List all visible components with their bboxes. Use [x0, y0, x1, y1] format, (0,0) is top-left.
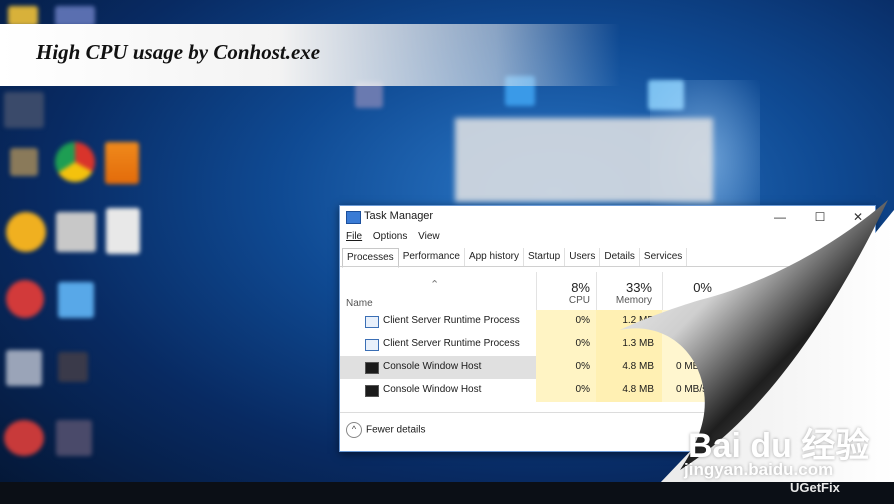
menu-bar: File Options View — [346, 231, 448, 242]
cpu-cell: 0% — [536, 379, 596, 402]
desktop-icon — [4, 92, 44, 128]
process-name: Console Window Host — [383, 384, 482, 395]
cpu-label: CPU — [568, 295, 590, 306]
chevron-up-icon: ^ — [346, 422, 362, 438]
fewer-details-button[interactable]: ^ Fewer details — [346, 422, 425, 438]
title-bar[interactable]: Task Manager — ☐ ✕ — [340, 206, 875, 228]
disk-value: 0 MB/s — [676, 361, 708, 372]
disk-cell — [662, 333, 722, 356]
disk-total: 0% — [693, 280, 712, 295]
taskbar — [0, 482, 894, 504]
menu-file[interactable]: File — [346, 231, 362, 242]
desktop-icon — [55, 6, 95, 26]
desktop-icon — [10, 148, 38, 176]
column-header-name[interactable]: Name — [346, 298, 373, 309]
close-button[interactable]: ✕ — [843, 208, 873, 226]
cpu-value: 0% — [575, 361, 590, 372]
maximize-button[interactable]: ☐ — [805, 208, 835, 226]
memory-label: Memory — [615, 295, 652, 306]
memory-value: 4.8 MB — [622, 361, 654, 372]
cpu-cell: 0% — [536, 333, 596, 356]
desktop-icon — [56, 212, 96, 252]
memory-value: 1.2 MB — [622, 315, 654, 326]
memory-cell: 1.3 MB — [596, 333, 662, 356]
memory-cell: 1.2 MB — [596, 310, 662, 333]
process-row[interactable]: Client Server Runtime Process 0% 1.2 MB — [340, 310, 875, 333]
tab-performance[interactable]: Performance — [399, 248, 465, 266]
desktop-icon — [6, 280, 44, 318]
window-icon — [365, 339, 379, 351]
desktop-icon — [6, 212, 46, 252]
process-row[interactable]: Console Window Host 0% 4.8 MB 0 MB/s — [340, 356, 875, 379]
menu-view[interactable]: View — [418, 231, 440, 242]
blurred-window — [455, 118, 713, 202]
console-icon — [365, 362, 379, 374]
process-name: Client Server Runtime Process — [383, 338, 520, 349]
cpu-cell: 0% — [536, 356, 596, 379]
ugetfix-logo: UGetFix — [790, 480, 840, 495]
footer-divider — [340, 412, 875, 413]
desktop-icon — [6, 350, 42, 386]
fewer-details-label: Fewer details — [366, 424, 426, 436]
tab-strip: Processes Performance App history Startu… — [342, 248, 688, 268]
desktop-icon — [106, 208, 140, 254]
task-manager-window: Task Manager — ☐ ✕ File Options View Pro… — [339, 205, 876, 452]
desktop-icon — [8, 6, 38, 26]
column-header-cpu[interactable]: 8% CPU — [536, 280, 590, 306]
disk-cell: 0 MB/s — [662, 379, 722, 402]
banner-title: High CPU usage by Conhost.exe — [36, 40, 321, 64]
disk-cell — [662, 310, 722, 333]
console-icon — [365, 385, 379, 397]
memory-cell: 4.8 MB — [596, 379, 662, 402]
window-icon — [365, 316, 379, 328]
tab-services[interactable]: Services — [640, 248, 688, 266]
cpu-value: 0% — [575, 315, 590, 326]
process-name: Console Window Host — [383, 361, 482, 372]
tab-details[interactable]: Details — [600, 248, 640, 266]
sort-chevron-icon[interactable]: ⌃ — [430, 278, 439, 291]
process-row[interactable]: Client Server Runtime Process 0% 1.3 MB — [340, 333, 875, 356]
task-manager-icon — [346, 211, 361, 224]
desktop-icon — [58, 282, 94, 318]
cpu-total: 8% — [571, 280, 590, 295]
process-row[interactable]: Console Window Host 0% 4.8 MB 0 MB/s — [340, 379, 875, 402]
process-name: Client Server Runtime Process — [383, 315, 520, 326]
memory-total: 33% — [625, 280, 652, 295]
vlc-icon — [105, 142, 139, 184]
cpu-cell: 0% — [536, 310, 596, 333]
desktop-icon — [4, 420, 44, 456]
tab-users[interactable]: Users — [565, 248, 601, 266]
column-header-disk[interactable]: 0% — [662, 280, 712, 295]
memory-value: 1.3 MB — [622, 338, 654, 349]
cpu-value: 0% — [575, 338, 590, 349]
tab-divider — [340, 266, 875, 267]
disk-cell: 0 MB/s — [662, 356, 722, 379]
baidu-url: jingyan.baidu.com — [684, 460, 834, 479]
memory-value: 4.8 MB — [622, 384, 654, 395]
disk-value: 0 MB/s — [676, 384, 708, 395]
tab-processes[interactable]: Processes — [342, 248, 399, 268]
memory-cell: 4.8 MB — [596, 356, 662, 379]
chrome-icon — [55, 142, 95, 182]
column-header-memory[interactable]: 33% Memory — [596, 280, 652, 306]
menu-options[interactable]: Options — [373, 231, 407, 242]
tab-app-history[interactable]: App history — [465, 248, 524, 266]
cpu-value: 0% — [575, 384, 590, 395]
desktop-icon — [58, 352, 88, 382]
minimize-button[interactable]: — — [765, 208, 795, 226]
window-title: Task Manager — [364, 210, 434, 222]
desktop-icon — [56, 420, 92, 456]
tab-startup[interactable]: Startup — [524, 248, 566, 266]
